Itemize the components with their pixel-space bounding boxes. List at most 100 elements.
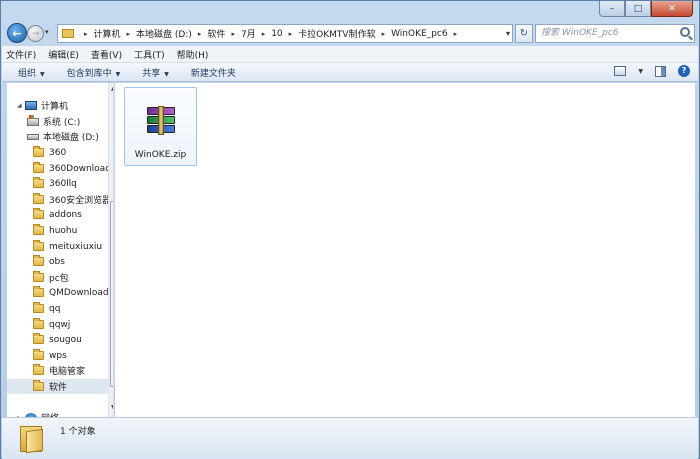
system-drive-icon: [27, 114, 39, 126]
tree-local-drive-d[interactable]: 本地磁盘 (D:): [27, 129, 113, 144]
tree-folder[interactable]: 360安全浏览器: [33, 192, 113, 207]
folder-icon: [33, 380, 44, 391]
folder-icon: [33, 224, 44, 235]
breadcrumb-10[interactable]: 10: [271, 29, 282, 39]
tree-folder[interactable]: qq: [33, 301, 113, 316]
refresh-button[interactable]: ↻: [515, 24, 533, 43]
details-pane: 1 个对象: [2, 417, 698, 459]
folder-icon: [33, 333, 44, 344]
chevron-down-icon: ▼: [164, 70, 169, 78]
vertical-scrollbar[interactable]: ▲ ▼: [108, 83, 113, 417]
menu-bar: 文件(F) 编辑(E) 查看(V) 工具(T) 帮助(H): [2, 46, 698, 63]
file-list[interactable]: WinOKE.zip: [115, 83, 695, 417]
menu-edit[interactable]: 编辑(E): [48, 48, 79, 61]
scroll-up-icon[interactable]: ▲: [111, 85, 113, 92]
breadcrumb-separator[interactable]: ▸: [262, 30, 266, 38]
breadcrumb-separator[interactable]: ▸: [198, 30, 202, 38]
new-folder-button[interactable]: 新建文件夹: [191, 66, 236, 79]
folder-icon: [33, 255, 44, 266]
tree-label: 360: [49, 147, 67, 158]
tree-folder-selected[interactable]: 软件: [7, 379, 108, 394]
include-in-library-button[interactable]: 包含到库中 ▼: [67, 66, 121, 79]
menu-file[interactable]: 文件(F): [6, 48, 36, 61]
share-button[interactable]: 共享 ▼: [142, 66, 169, 79]
chevron-down-icon: ▼: [115, 70, 121, 78]
help-icon[interactable]: ?: [678, 65, 690, 77]
explorer-window: – □ ✕ ← → ▾ ▸ 计算机 ▸ 本地磁盘 (D:) ▸ 软件 ▸ 7月 …: [0, 0, 700, 459]
tree-folder[interactable]: addons: [33, 207, 113, 222]
navigation-pane: ◢ 计算机 系统 (C:) 本地磁盘 (D:) 360 360Download …: [7, 83, 114, 417]
breadcrumb-winoke[interactable]: WinOKE_pc6: [391, 29, 447, 39]
window-controls: – □ ✕: [599, 1, 693, 18]
tree-folder[interactable]: huohu: [33, 223, 113, 238]
tree-network[interactable]: ▸ 网络: [17, 410, 113, 417]
file-item[interactable]: WinOKE.zip: [124, 87, 197, 166]
breadcrumb-july[interactable]: 7月: [241, 27, 256, 40]
folder-icon: [62, 29, 74, 38]
breadcrumb-separator[interactable]: ▸: [382, 30, 386, 38]
back-arrow-icon: ←: [12, 26, 22, 40]
back-button[interactable]: ←: [7, 23, 27, 43]
breadcrumb-computer[interactable]: 计算机: [94, 27, 121, 40]
breadcrumb-separator[interactable]: ▸: [84, 30, 88, 38]
menu-view[interactable]: 查看(V): [91, 48, 122, 61]
tree-folder[interactable]: obs: [33, 254, 113, 269]
forward-arrow-icon: →: [31, 28, 40, 39]
tree-label: 系统 (C:): [43, 118, 81, 128]
close-button[interactable]: ✕: [651, 1, 693, 17]
breadcrumb-separator[interactable]: ▸: [231, 30, 235, 38]
breadcrumb-drive-d[interactable]: 本地磁盘 (D:): [136, 27, 192, 40]
breadcrumb-separator[interactable]: ▸: [127, 30, 131, 38]
folder-icon: [33, 364, 44, 375]
search-input[interactable]: 搜索 WinOKE_pc6: [535, 24, 695, 43]
forward-button[interactable]: →: [27, 25, 44, 42]
scrollbar-thumb[interactable]: [110, 201, 113, 387]
tree-folder[interactable]: 360Download: [33, 161, 113, 176]
folder-icon: [33, 193, 44, 204]
tree-label: huohu: [49, 225, 78, 236]
tree-label: sougou: [49, 334, 82, 345]
tree-folder[interactable]: qqwj: [33, 317, 113, 332]
tree-label: addons: [49, 209, 82, 220]
maximize-button[interactable]: □: [625, 1, 651, 17]
folder-icon: [33, 146, 44, 157]
breadcrumb-separator[interactable]: ▸: [289, 30, 293, 38]
tree-folder[interactable]: 360: [33, 145, 113, 160]
tree-folder[interactable]: wps: [33, 348, 113, 363]
view-controls: ▼ ?: [614, 65, 690, 77]
folder-icon: [33, 271, 44, 282]
breadcrumb-karaoke[interactable]: 卡拉OKMTV制作软: [298, 27, 375, 40]
navigation-row: ← → ▾ ▸ 计算机 ▸ 本地磁盘 (D:) ▸ 软件 ▸ 7月 ▸ 10 ▸…: [7, 23, 695, 43]
search-icon: [680, 27, 690, 37]
address-bar[interactable]: ▸ 计算机 ▸ 本地磁盘 (D:) ▸ 软件 ▸ 7月 ▸ 10 ▸ 卡拉OKM…: [57, 24, 513, 43]
recent-pages-dropdown[interactable]: ▾: [45, 28, 49, 36]
tree-folder[interactable]: QMDownload: [33, 285, 113, 300]
item-count: 1 个对象: [60, 427, 96, 437]
chevron-down-icon: ▼: [40, 70, 45, 78]
tree-folder[interactable]: meituxiuxiu: [33, 239, 113, 254]
tree-label: qq: [49, 303, 61, 314]
change-view-icon[interactable]: [614, 66, 627, 76]
tree-folder[interactable]: pc包: [33, 270, 113, 285]
view-options-dropdown[interactable]: ▼: [638, 68, 643, 75]
tree-computer[interactable]: ◢ 计算机: [17, 98, 113, 113]
tree-system-drive[interactable]: 系统 (C:): [27, 114, 113, 129]
scroll-down-icon[interactable]: ▼: [111, 404, 113, 411]
collapse-icon[interactable]: ◢: [17, 102, 25, 109]
tree-folder[interactable]: 电脑管家: [33, 363, 113, 378]
menu-tools[interactable]: 工具(T): [134, 48, 165, 61]
tree-label: meituxiuxiu: [49, 241, 103, 252]
file-name: WinOKE.zip: [134, 150, 187, 160]
folder-icon: [20, 422, 44, 454]
tree-folder[interactable]: sougou: [33, 332, 113, 347]
minimize-button[interactable]: –: [599, 1, 625, 17]
address-dropdown[interactable]: ▾: [506, 25, 510, 42]
folder-icon: [33, 318, 44, 329]
tree-folder[interactable]: 360llq: [33, 176, 113, 191]
organize-button[interactable]: 组织 ▼: [18, 66, 45, 79]
menu-help[interactable]: 帮助(H): [177, 48, 209, 61]
breadcrumb-software[interactable]: 软件: [207, 27, 225, 40]
breadcrumb-separator[interactable]: ▸: [454, 30, 458, 38]
preview-pane-icon[interactable]: [655, 65, 666, 77]
tree-label: qqwj: [49, 319, 71, 330]
